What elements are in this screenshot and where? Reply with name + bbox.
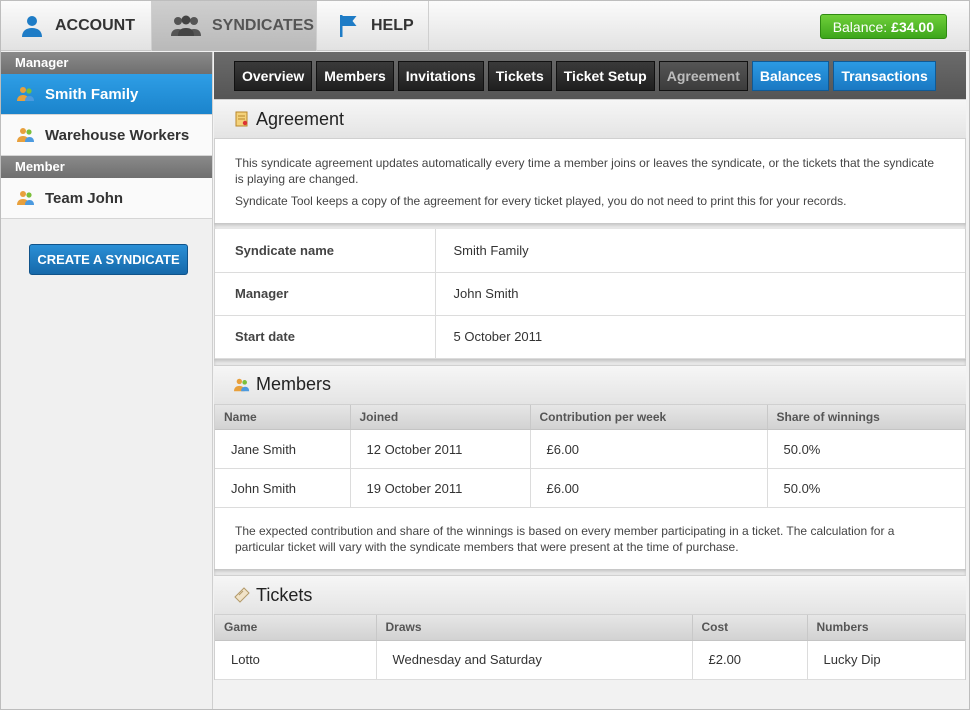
- create-syndicate-button[interactable]: CREATE A SYNDICATE: [29, 244, 188, 275]
- sidebar-item-label: Warehouse Workers: [45, 126, 190, 144]
- tab-syndicates-label: SYNDICATES: [212, 17, 314, 34]
- agreement-records-text: Syndicate Tool keeps a copy of the agree…: [235, 194, 847, 208]
- detail-label: Manager: [215, 272, 436, 316]
- agreement-intro-panel: This syndicate agreement updates automat…: [214, 139, 966, 223]
- ticket-draws: Wednesday and Saturday: [376, 640, 693, 680]
- subtab-overview[interactable]: Overview: [234, 60, 313, 91]
- agreement-section-header: Agreement: [214, 99, 966, 139]
- detail-label: Syndicate name: [215, 229, 436, 273]
- tab-syndicates[interactable]: SYNDICATES: [152, 1, 317, 51]
- people-icon: [17, 85, 37, 103]
- detail-value: 5 October 2011: [435, 315, 965, 359]
- tab-help-label: HELP: [371, 17, 414, 34]
- sidebar-item-smith-family[interactable]: Smith Family: [1, 74, 212, 115]
- column-header: Cost: [692, 615, 808, 641]
- table-row: Lotto Wednesday and Saturday £2.00 Lucky…: [215, 640, 965, 680]
- member-name: Jane Smith: [215, 429, 351, 469]
- sidebar: Manager Smith Family Warehouse Workers M…: [1, 52, 213, 709]
- members-section-header: Members: [214, 364, 966, 405]
- column-header: Joined: [350, 404, 531, 430]
- member-share: 50.0%: [767, 429, 965, 469]
- detail-label: Start date: [215, 315, 436, 359]
- sidebar-item-label: Smith Family: [45, 85, 139, 103]
- table-header-row: Game Draws Cost Numbers: [215, 615, 965, 641]
- people-icon: [234, 377, 250, 393]
- sidebar-item-warehouse-workers[interactable]: Warehouse Workers: [1, 115, 212, 156]
- ticket-icon: [234, 587, 250, 603]
- balance-label: Balance:: [832, 18, 888, 35]
- subtab-agreement[interactable]: Agreement: [658, 60, 748, 91]
- subtab-tickets[interactable]: Tickets: [487, 60, 552, 91]
- agreement-intro-text: This syndicate agreement updates automat…: [235, 156, 935, 186]
- detail-value: John Smith: [435, 272, 965, 316]
- subtab-invitations[interactable]: Invitations: [397, 60, 484, 91]
- agreement-title: Agreement: [256, 108, 345, 129]
- balance-value: £34.00: [891, 18, 934, 35]
- member-joined: 19 October 2011: [350, 468, 531, 508]
- subtab-transactions[interactable]: Transactions: [833, 60, 936, 91]
- table-row: Jane Smith 12 October 2011 £6.00 50.0%: [215, 429, 965, 469]
- sidebar-item-team-john[interactable]: Team John: [1, 178, 212, 219]
- document-icon: [234, 111, 250, 127]
- subtab-balances[interactable]: Balances: [751, 60, 830, 91]
- table-row: John Smith 19 October 2011 £6.00 50.0%: [215, 468, 965, 508]
- balance-badge[interactable]: Balance: £34.00: [819, 14, 947, 39]
- member-contribution: £6.00: [530, 429, 768, 469]
- column-header: Contribution per week: [530, 404, 768, 430]
- flag-icon: [335, 13, 361, 39]
- tab-account[interactable]: ACCOUNT: [1, 1, 152, 51]
- column-header: Draws: [376, 615, 693, 641]
- syndicate-subtabs: Overview Members Invitations Tickets Tic…: [214, 52, 966, 99]
- members-note: The expected contribution and share of t…: [235, 524, 895, 554]
- member-joined: 12 October 2011: [350, 429, 531, 469]
- ticket-cost: £2.00: [692, 640, 808, 680]
- tab-account-label: ACCOUNT: [55, 17, 135, 34]
- member-share: 50.0%: [767, 468, 965, 508]
- column-header: Game: [215, 615, 377, 641]
- detail-value: Smith Family: [435, 229, 965, 273]
- agreement-details-table: Syndicate name Smith Family Manager John…: [215, 229, 965, 359]
- user-icon: [19, 13, 45, 39]
- top-nav: ACCOUNT SYNDICATES HELP Balance: £34.00: [1, 1, 969, 51]
- members-panel: Name Joined Contribution per week Share …: [214, 404, 966, 569]
- people-icon: [17, 126, 37, 144]
- main-content: Overview Members Invitations Tickets Tic…: [214, 52, 966, 709]
- tickets-panel: Game Draws Cost Numbers Lotto Wednesday …: [214, 615, 966, 680]
- table-header-row: Name Joined Contribution per week Share …: [215, 404, 965, 430]
- column-header: Numbers: [807, 615, 965, 641]
- sidebar-heading-manager: Manager: [1, 52, 212, 74]
- ticket-game: Lotto: [215, 640, 377, 680]
- members-title: Members: [256, 374, 332, 394]
- sidebar-heading-member: Member: [1, 156, 212, 178]
- column-header: Name: [215, 404, 351, 430]
- tickets-section-header: Tickets: [214, 575, 966, 615]
- subtab-ticket-setup[interactable]: Ticket Setup: [555, 60, 655, 91]
- tickets-title: Tickets: [256, 584, 313, 605]
- tickets-table: Game Draws Cost Numbers Lotto Wednesday …: [215, 615, 965, 680]
- table-row: Manager John Smith: [215, 272, 965, 316]
- group-icon: [170, 13, 202, 39]
- app-frame: ACCOUNT SYNDICATES HELP Balance: £34.00 …: [0, 0, 970, 710]
- people-icon: [17, 189, 37, 207]
- tab-help[interactable]: HELP: [317, 1, 429, 51]
- table-row: Start date 5 October 2011: [215, 315, 965, 359]
- agreement-details-panel: Syndicate name Smith Family Manager John…: [214, 229, 966, 359]
- subtab-members[interactable]: Members: [316, 60, 394, 91]
- members-table: Name Joined Contribution per week Share …: [215, 404, 965, 508]
- ticket-numbers: Lucky Dip: [807, 640, 965, 680]
- column-header: Share of winnings: [767, 404, 965, 430]
- member-name: John Smith: [215, 468, 351, 508]
- member-contribution: £6.00: [530, 468, 768, 508]
- table-row: Syndicate name Smith Family: [215, 229, 965, 273]
- sidebar-item-label: Team John: [45, 189, 124, 207]
